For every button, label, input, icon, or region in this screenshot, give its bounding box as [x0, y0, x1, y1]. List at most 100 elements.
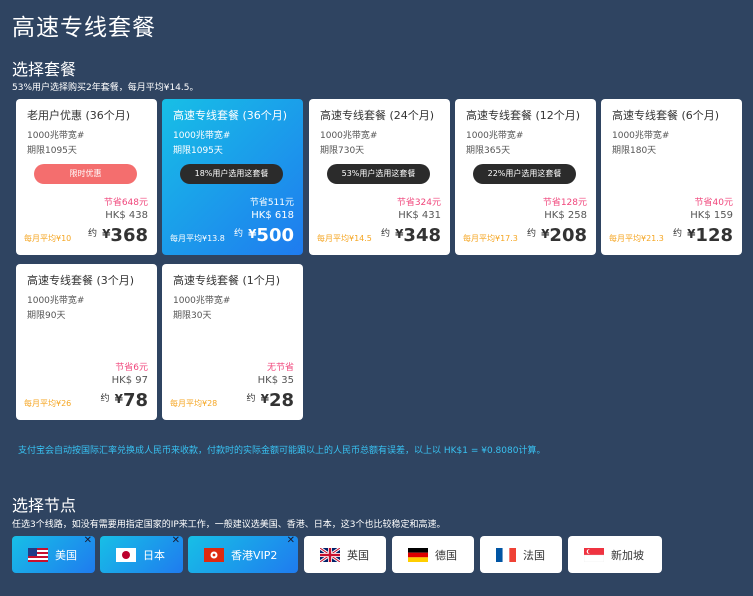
plan-saving: 节省40元: [694, 198, 733, 208]
hk-flag-icon: [204, 547, 224, 562]
plan-bandwidth: 1000兆带宽#: [320, 131, 378, 141]
exchange-rate-note: 支付宝会自动按国际汇率兑换成人民币来收款，付款时的实际金额可能跟以上的人民币总额…: [18, 446, 546, 456]
node-us[interactable]: 美国 ✕: [12, 535, 95, 573]
node-sg[interactable]: 新加坡: [568, 536, 662, 573]
plan-period: 期限730天: [320, 146, 365, 156]
price-currency: ¥: [114, 392, 123, 406]
plan-badge: 53%用户选用这套餐: [327, 164, 430, 184]
node-label: 德国: [435, 548, 457, 562]
plan-saving: 无节省: [266, 363, 294, 373]
plan-name: 高速专线套餐 (6个月): [612, 109, 720, 122]
plan-bandwidth: 1000兆带宽#: [612, 131, 670, 141]
plan-hkd-price: HK$ 618: [251, 210, 294, 221]
node-uk[interactable]: 英国: [304, 536, 386, 573]
price-approx-label: 约: [100, 394, 110, 404]
plan-name: 高速专线套餐 (24个月): [320, 109, 435, 122]
plan-period: 期限1095天: [173, 146, 223, 156]
us-flag-icon: [28, 547, 48, 562]
node-label: 法国: [523, 548, 545, 562]
close-icon[interactable]: ✕: [172, 535, 180, 546]
plan-price: 约 ¥208: [527, 225, 587, 246]
page-title: 高速专线套餐: [12, 15, 156, 41]
plan-price: 约 ¥348: [381, 225, 441, 246]
plan-saving: 节省128元: [542, 198, 587, 208]
price-value: 28: [268, 390, 294, 411]
plan-monthly-average: 每月平均¥10: [24, 234, 72, 243]
node-fr[interactable]: 法国: [480, 536, 562, 573]
plan-saving: 节省6元: [115, 363, 148, 373]
price-value: 368: [110, 225, 148, 246]
plan-hkd-price: HK$ 438: [105, 210, 148, 221]
plan-period: 期限30天: [173, 311, 212, 321]
plan-name: 高速专线套餐 (12个月): [466, 109, 581, 122]
plan-name: 高速专线套餐 (3个月): [27, 274, 135, 287]
close-icon[interactable]: ✕: [287, 535, 295, 546]
plan-name: 老用户优惠 (36个月): [27, 109, 131, 122]
plan-monthly-average: 每月平均¥28: [170, 399, 218, 408]
close-icon[interactable]: ✕: [84, 535, 92, 546]
plan-period: 期限180天: [612, 146, 657, 156]
plan-card-3m[interactable]: 高速专线套餐 (3个月) 1000兆带宽# 期限90天 节省6元 HK$ 97 每…: [16, 264, 157, 420]
nodes-section-title: 选择节点: [12, 496, 77, 515]
plan-badge: 18%用户选用这套餐: [180, 164, 283, 184]
plan-card-6m[interactable]: 高速专线套餐 (6个月) 1000兆带宽# 期限180天 节省40元 HK$ 15…: [601, 99, 742, 255]
plan-saving: 节省511元: [249, 198, 294, 208]
plan-monthly-average: 每月平均¥13.8: [170, 234, 225, 243]
price-value: 208: [549, 225, 587, 246]
node-label: 美国: [55, 548, 77, 562]
plan-card-24m[interactable]: 高速专线套餐 (24个月) 1000兆带宽# 期限730天 53%用户选用这套餐 …: [309, 99, 450, 255]
plan-period: 期限90天: [27, 311, 66, 321]
plan-hkd-price: HK$ 159: [690, 210, 733, 221]
plan-bandwidth: 1000兆带宽#: [27, 131, 85, 141]
plan-price: 约 ¥78: [100, 390, 148, 411]
plan-hkd-price: HK$ 431: [398, 210, 441, 221]
plan-bandwidth: 1000兆带宽#: [466, 131, 524, 141]
price-approx-label: 约: [526, 229, 536, 239]
node-hk[interactable]: 香港VIP2 ✕: [188, 535, 298, 573]
plan-bandwidth: 1000兆带宽#: [27, 296, 85, 306]
node-label: 香港VIP2: [231, 548, 278, 562]
price-currency: ¥: [260, 392, 269, 406]
plan-card-12m[interactable]: 高速专线套餐 (12个月) 1000兆带宽# 期限365天 22%用户选用这套餐 …: [455, 99, 596, 255]
plan-price: 约 ¥28: [246, 390, 294, 411]
price-approx-label: 约: [233, 229, 243, 239]
plan-card-legacy-36m[interactable]: 老用户优惠 (36个月) 1000兆带宽# 期限1095天 限时优惠 节省648元…: [16, 99, 157, 255]
plan-name: 高速专线套餐 (1个月): [173, 274, 281, 287]
plan-period: 期限365天: [466, 146, 511, 156]
price-approx-label: 约: [380, 229, 390, 239]
uk-flag-icon: [320, 547, 340, 562]
plan-bandwidth: 1000兆带宽#: [173, 296, 231, 306]
plan-bandwidth: 1000兆带宽#: [173, 131, 231, 141]
plan-hkd-price: HK$ 258: [544, 210, 587, 221]
price-approx-label: 约: [672, 229, 682, 239]
plan-name: 高速专线套餐 (36个月): [173, 109, 288, 122]
price-value: 348: [403, 225, 441, 246]
nodes-section-subtitle: 任选3个线路，如没有需要用指定国家的IP来工作，一般建议选美国、香港、日本，这3…: [12, 520, 446, 530]
price-approx-label: 约: [246, 394, 256, 404]
node-label: 英国: [347, 548, 369, 562]
price-value: 78: [122, 390, 148, 411]
plan-monthly-average: 每月平均¥26: [24, 399, 72, 408]
plan-price: 约 ¥500: [234, 225, 294, 246]
plan-hkd-price: HK$ 35: [257, 375, 294, 386]
jp-flag-icon: [116, 547, 136, 562]
plan-hkd-price: HK$ 97: [111, 375, 148, 386]
price-approx-label: 约: [87, 229, 97, 239]
plan-card-1m[interactable]: 高速专线套餐 (1个月) 1000兆带宽# 期限30天 无节省 HK$ 35 每月…: [162, 264, 303, 420]
plan-saving: 节省324元: [396, 198, 441, 208]
fr-flag-icon: [496, 547, 516, 562]
plan-period: 期限1095天: [27, 146, 77, 156]
plan-badge: 22%用户选用这套餐: [473, 164, 576, 184]
plan-monthly-average: 每月平均¥14.5: [317, 234, 372, 243]
plan-badge: 限时优惠: [34, 164, 137, 184]
node-label: 日本: [143, 548, 165, 562]
plan-card-36m[interactable]: 高速专线套餐 (36个月) 1000兆带宽# 期限1095天 18%用户选用这套餐…: [162, 99, 303, 255]
node-label: 新加坡: [611, 548, 644, 562]
plans-section-subtitle: 53%用户选择购买2年套餐，每月平均¥14.5。: [12, 83, 199, 93]
plan-monthly-average: 每月平均¥17.3: [463, 234, 518, 243]
price-value: 128: [695, 225, 733, 246]
price-value: 500: [256, 225, 294, 246]
plan-price: 约 ¥368: [88, 225, 148, 246]
node-de[interactable]: 德国: [392, 536, 474, 573]
node-jp[interactable]: 日本 ✕: [100, 535, 183, 573]
